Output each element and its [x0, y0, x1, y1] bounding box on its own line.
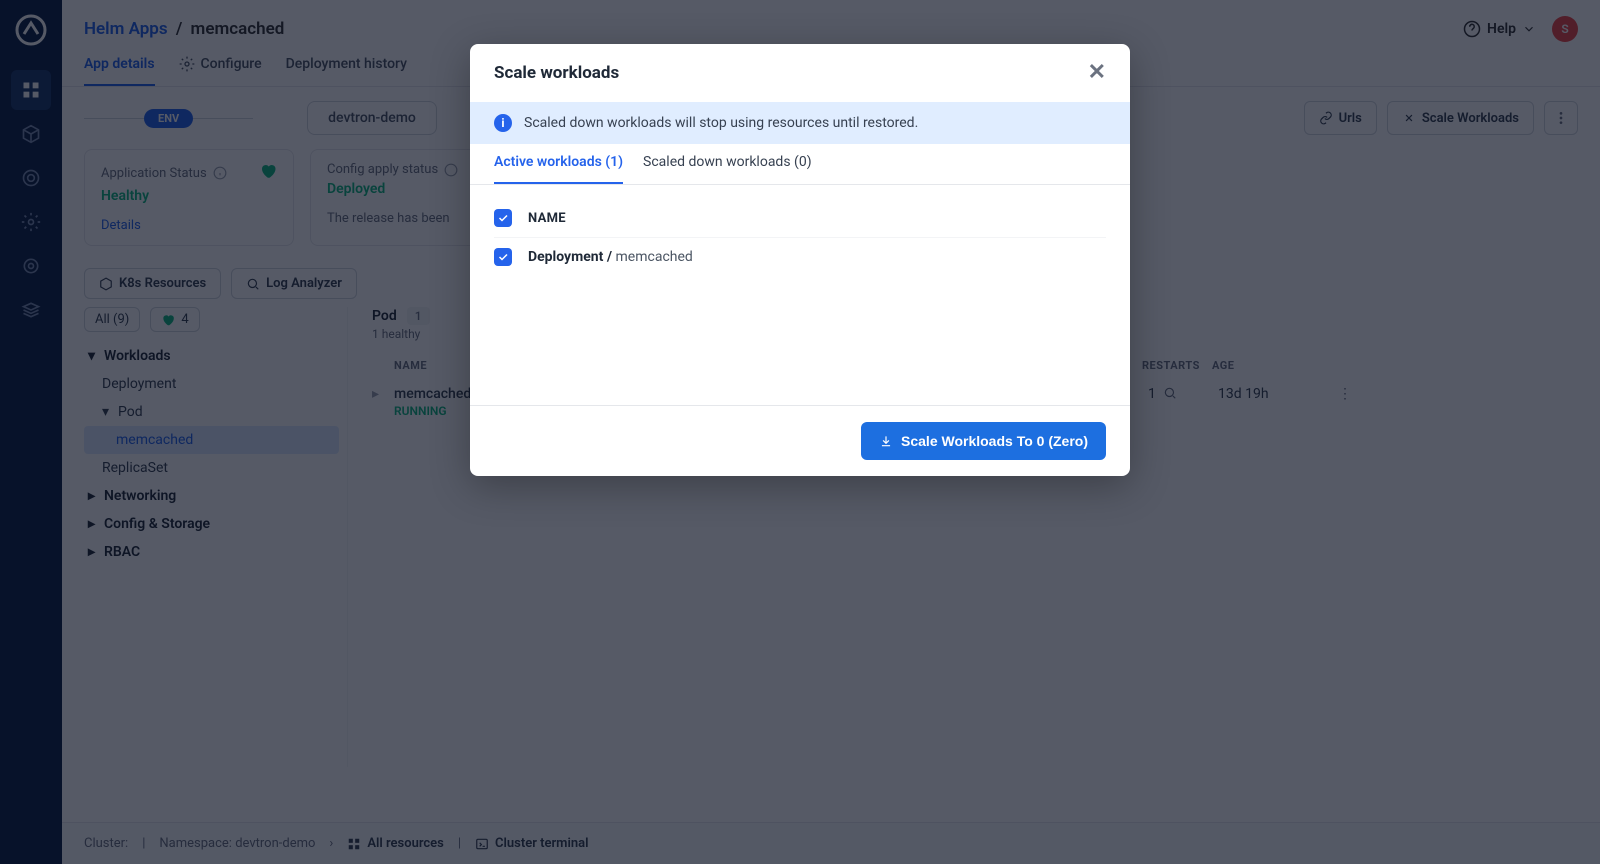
- modal-footer: Scale Workloads To 0 (Zero): [470, 405, 1130, 476]
- workload-kind: Deployment /: [528, 249, 616, 265]
- modal-tab-scaleddown[interactable]: Scaled down workloads (0): [643, 154, 812, 184]
- modal-banner-text: Scaled down workloads will stop using re…: [524, 115, 918, 131]
- workload-checkbox[interactable]: [494, 248, 512, 266]
- modal-tab-active[interactable]: Active workloads (1): [494, 154, 623, 184]
- modal-workload-row: Deployment / memcached: [494, 238, 1106, 276]
- scale-to-zero-button[interactable]: Scale Workloads To 0 (Zero): [861, 422, 1106, 460]
- info-icon: i: [494, 114, 512, 132]
- close-icon[interactable]: ✕: [1088, 62, 1106, 84]
- download-icon: [879, 434, 893, 448]
- scale-workloads-modal: Scale workloads ✕ i Scaled down workload…: [470, 44, 1130, 476]
- select-all-checkbox[interactable]: [494, 209, 512, 227]
- modal-overlay[interactable]: Scale workloads ✕ i Scaled down workload…: [0, 0, 1600, 864]
- modal-title: Scale workloads: [494, 63, 619, 83]
- modal-header-row: NAME: [494, 199, 1106, 238]
- modal-header: Scale workloads ✕: [470, 44, 1130, 102]
- modal-body: NAME Deployment / memcached: [470, 185, 1130, 405]
- workload-name: memcached: [616, 249, 693, 265]
- modal-tabs: Active workloads (1) Scaled down workloa…: [470, 144, 1130, 185]
- modal-banner: i Scaled down workloads will stop using …: [470, 102, 1130, 144]
- modal-col-name: NAME: [528, 211, 566, 226]
